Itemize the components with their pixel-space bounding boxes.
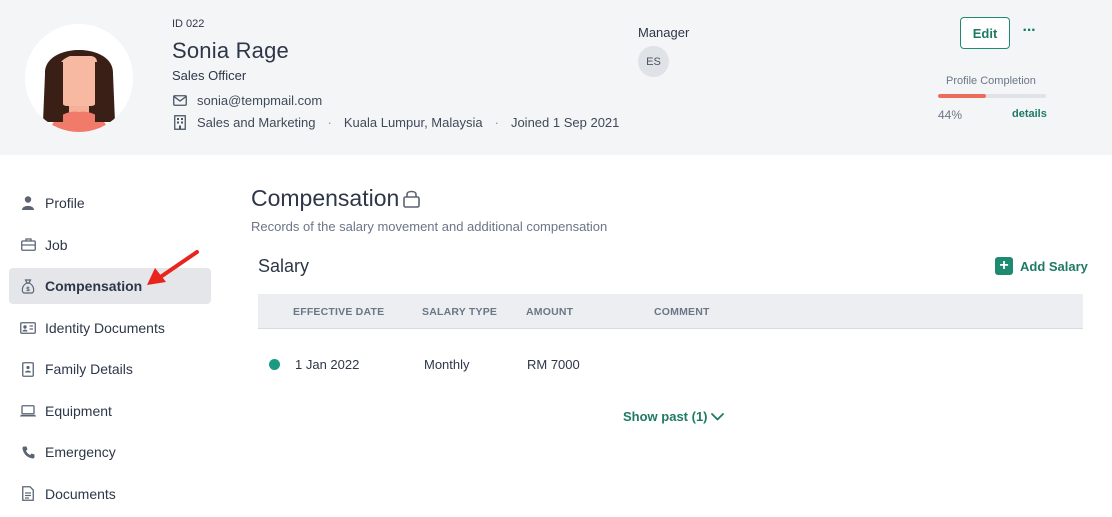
page-title: Compensation (251, 185, 421, 212)
profile-completion-fill (938, 94, 986, 98)
sidebar-item-profile[interactable]: Profile (9, 185, 211, 221)
edit-button[interactable]: Edit (960, 17, 1010, 49)
show-past-button[interactable]: Show past (1) (623, 409, 724, 424)
profile-completion-label: Profile Completion (946, 75, 1036, 87)
status-dot-icon (269, 359, 280, 370)
manager-label: Manager (638, 25, 690, 40)
page-title-text: Compensation (251, 185, 400, 211)
employee-department: Sales and Marketing (197, 115, 316, 130)
cell-salary-type: Monthly (424, 357, 470, 372)
sidebar-item-label: Identity Documents (45, 319, 165, 336)
employee-email-row: sonia@tempmail.com (172, 93, 322, 108)
avatar (25, 24, 133, 132)
sidebar-item-equipment[interactable]: Equipment (9, 393, 211, 429)
sidebar-item-label: Family Details (45, 361, 133, 377)
cell-amount: RM 7000 (527, 357, 580, 372)
more-options-icon[interactable]: ··· (1020, 22, 1038, 40)
profile-completion-bar (938, 94, 1046, 98)
employee-joined: Joined 1 Sep 2021 (510, 115, 620, 130)
family-document-icon (20, 361, 36, 377)
svg-text:$: $ (26, 286, 30, 293)
column-header-amount: AMOUNT (526, 306, 574, 318)
separator: · (494, 115, 499, 130)
id-card-icon (20, 320, 36, 336)
salary-section-title: Salary (258, 256, 310, 276)
document-icon (20, 486, 36, 502)
employee-title: Sales Officer (172, 68, 247, 83)
sidebar-item-documents[interactable]: Documents (9, 476, 211, 512)
envelope-icon (172, 93, 187, 108)
phone-icon (20, 444, 36, 460)
add-salary-label: Add Salary (1020, 258, 1088, 274)
avatar-illustration (25, 24, 133, 132)
profile-completion-details-link[interactable]: details (1012, 108, 1047, 120)
plus-icon: + (995, 257, 1013, 275)
money-bag-icon: $ (20, 278, 36, 294)
sidebar-item-label: Job (45, 236, 68, 253)
separator: · (327, 115, 332, 130)
sidebar-item-label: Profile (45, 195, 85, 211)
sidebar-nav: Profile Job $ Compensation Identity Docu… (9, 185, 211, 517)
column-header-comment: COMMENT (654, 306, 710, 318)
show-past-label: Show past (1) (623, 409, 708, 424)
sidebar-item-family-details[interactable]: Family Details (9, 351, 211, 387)
building-icon (172, 115, 187, 130)
employee-name: Sonia Rage (172, 38, 289, 63)
sidebar-item-label: Compensation (45, 278, 143, 294)
employee-email[interactable]: sonia@tempmail.com (197, 93, 322, 108)
sidebar-item-identity-documents[interactable]: Identity Documents (9, 310, 211, 346)
sidebar-item-emergency[interactable]: Emergency (9, 434, 211, 470)
chevron-down-icon (710, 412, 724, 421)
salary-table-header: EFFECTIVE DATE SALARY TYPE AMOUNT COMMEN… (258, 294, 1083, 329)
profile-header: ID 022 Sonia Rage Sales Officer sonia@te… (0, 0, 1112, 155)
page-subtitle: Records of the salary movement and addit… (251, 219, 608, 234)
manager-avatar[interactable]: ES (638, 46, 669, 77)
column-header-salary-type: SALARY TYPE (422, 306, 498, 318)
lock-icon (403, 189, 421, 208)
employee-location: Kuala Lumpur, Malaysia (343, 115, 483, 130)
table-row[interactable]: 1 Jan 2022 Monthly RM 7000 (258, 329, 1083, 401)
briefcase-icon (20, 237, 36, 253)
laptop-icon (20, 403, 36, 419)
employee-meta-row: Sales and Marketing · Kuala Lumpur, Mala… (172, 115, 619, 130)
person-icon (20, 195, 36, 211)
column-header-effective-date: EFFECTIVE DATE (293, 306, 385, 318)
cell-effective-date: 1 Jan 2022 (295, 357, 360, 372)
annotation-arrow-icon (147, 250, 199, 285)
sidebar-item-label: Equipment (45, 402, 112, 419)
sidebar-item-label: Emergency (45, 444, 116, 460)
employee-id: ID 022 (172, 18, 205, 30)
sidebar-item-label: Documents (45, 485, 116, 502)
profile-completion-percent: 44% (938, 108, 963, 122)
add-salary-button[interactable]: + Add Salary (995, 257, 1088, 275)
